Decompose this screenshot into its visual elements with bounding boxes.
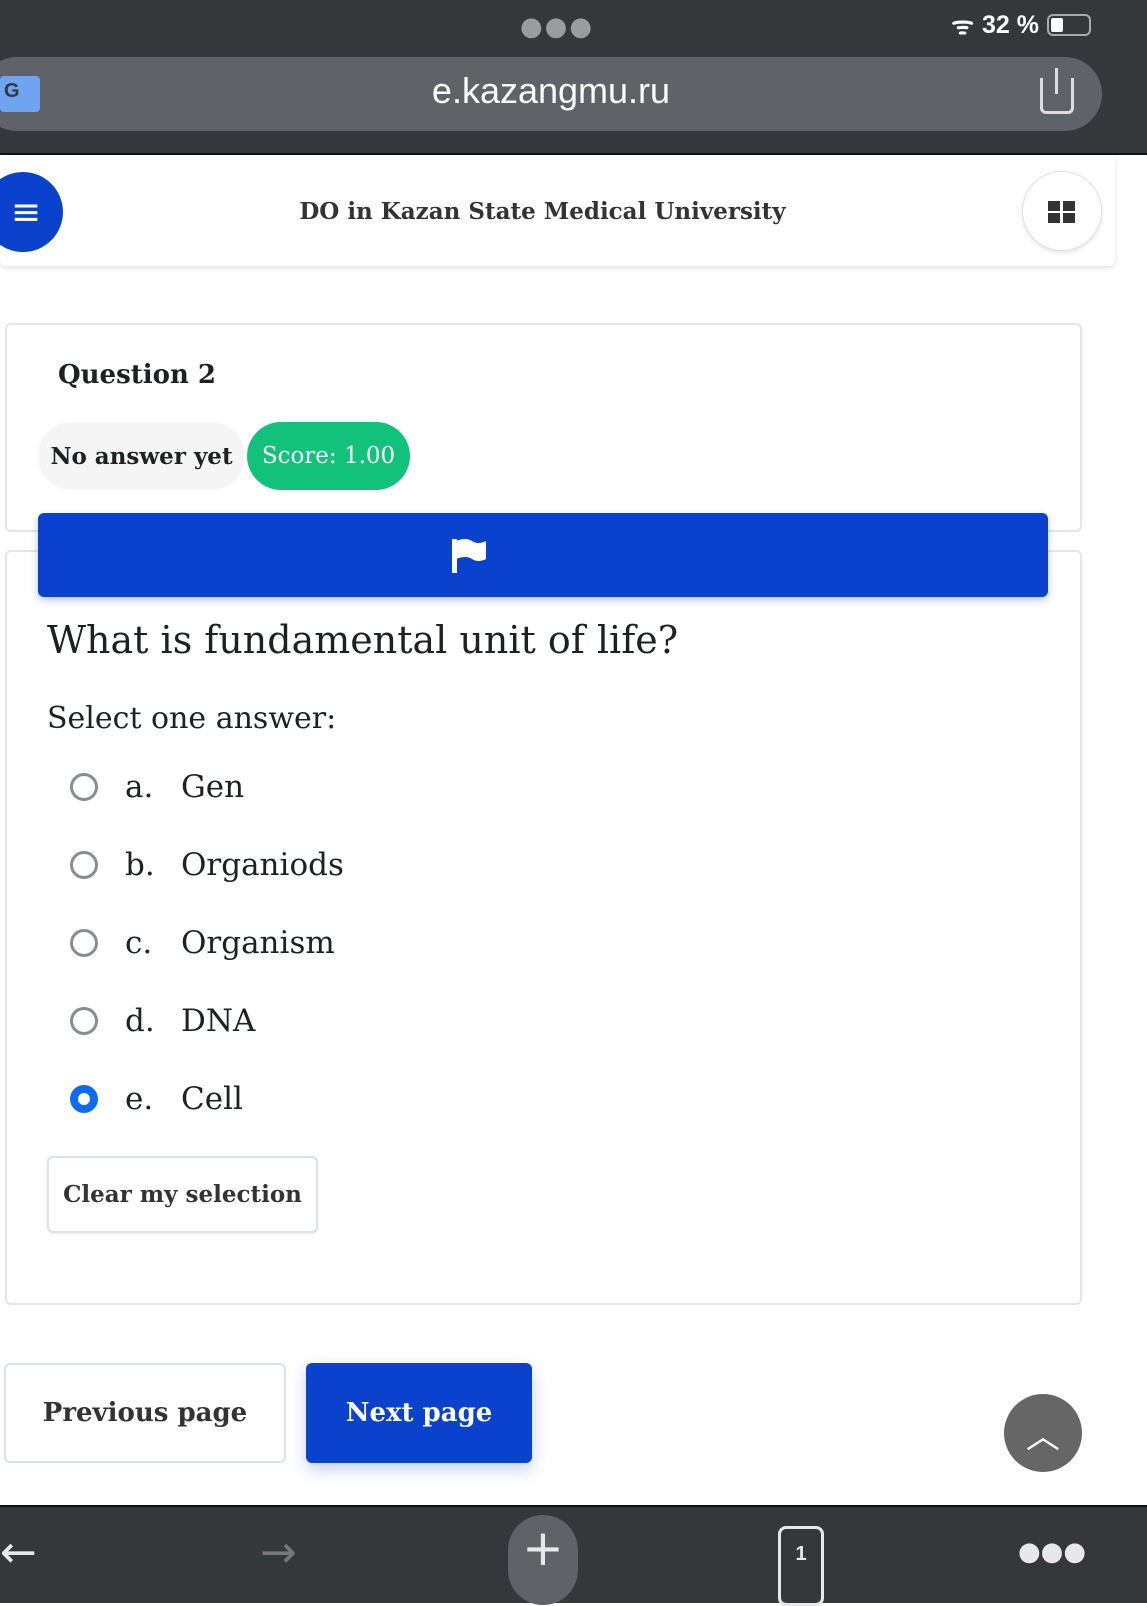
radio-button[interactable] [70, 851, 98, 879]
option-text: DNA [181, 1003, 256, 1039]
radio-button-selected[interactable] [70, 1085, 98, 1113]
back-arrow-icon[interactable]: ← [0, 1527, 37, 1578]
quiz-navigation-button[interactable] [1022, 171, 1102, 251]
option-letter: a. [125, 769, 154, 805]
option-letter: e. [125, 1081, 154, 1117]
grid-icon [1063, 213, 1075, 223]
battery-percent: 32 % [982, 10, 1039, 39]
grid-icon [1048, 201, 1060, 211]
multitask-dots-icon[interactable]: ●●● [520, 12, 594, 42]
option-letter: c. [125, 925, 153, 961]
share-icon[interactable] [1040, 68, 1074, 114]
site-name[interactable]: DO in Kazan State Medical University [0, 198, 1085, 225]
scroll-to-top-button[interactable]: ︿ [1004, 1394, 1082, 1472]
flag-icon [452, 539, 486, 573]
option-letter: b. [125, 847, 155, 883]
radio-button[interactable] [70, 1007, 98, 1035]
previous-page-button[interactable]: Previous page [4, 1363, 286, 1463]
option-text: Organiods [181, 847, 344, 883]
answer-option-c[interactable]: c. Organism [70, 918, 335, 968]
radio-button[interactable] [70, 773, 98, 801]
clear-selection-button[interactable]: Clear my selection [47, 1156, 318, 1233]
next-page-button[interactable]: Next page [306, 1363, 532, 1463]
answer-option-e[interactable]: e. Cell [70, 1074, 243, 1124]
grid-icon [1063, 201, 1075, 211]
grid-icon [1048, 213, 1060, 223]
score-badge: Score: 1.00 [247, 422, 410, 490]
chevron-up-icon: ︿ [1026, 1416, 1060, 1457]
option-letter: d. [125, 1003, 155, 1039]
more-icon[interactable]: ●●● [1018, 1537, 1086, 1567]
answer-option-b[interactable]: b. Organiods [70, 840, 344, 890]
wifi-icon: ᯤ [951, 12, 975, 40]
option-text: Gen [181, 769, 245, 805]
question-text: What is fundamental unit of life? [47, 618, 679, 662]
flag-question-button[interactable] [38, 513, 1048, 597]
status-badge: No answer yet [38, 422, 245, 490]
radio-button[interactable] [70, 929, 98, 957]
new-tab-button[interactable]: + [508, 1515, 578, 1605]
question-number: Question 2 [58, 360, 217, 390]
answer-option-d[interactable]: d. DNA [70, 996, 255, 1046]
option-text: Cell [181, 1081, 243, 1117]
url-text[interactable]: e.kazangmu.ru [0, 70, 1102, 112]
status-bar: ᯤ 32 % [951, 8, 1091, 42]
option-text: Organism [181, 925, 335, 961]
answer-option-a[interactable]: a. Gen [70, 762, 244, 812]
forward-arrow-icon[interactable]: → [260, 1527, 297, 1578]
tabs-button[interactable]: 1 [778, 1526, 824, 1606]
answer-prompt: Select one answer: [47, 701, 337, 736]
battery-icon [1047, 14, 1091, 36]
